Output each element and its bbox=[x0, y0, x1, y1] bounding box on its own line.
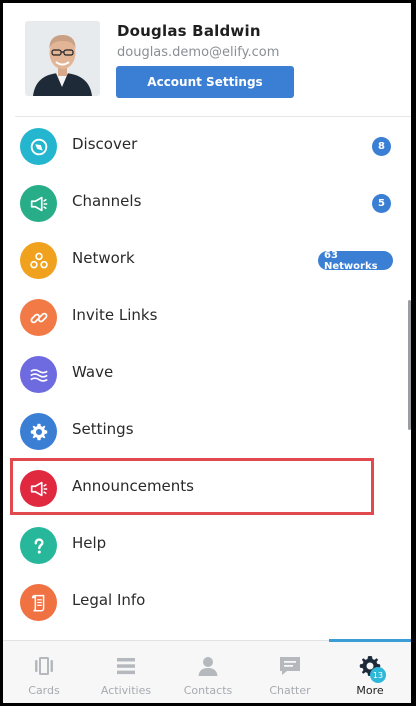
tab-chatter[interactable]: Chatter bbox=[249, 641, 331, 703]
tab-label: Contacts bbox=[183, 684, 233, 697]
tab-label: Activities bbox=[100, 684, 152, 697]
tab-label: Chatter bbox=[269, 684, 311, 697]
network-icon bbox=[20, 242, 57, 279]
menu-item-label: Channels bbox=[72, 192, 142, 210]
user-name: Douglas Baldwin bbox=[117, 22, 261, 40]
menu-item-announcements[interactable]: Announcements bbox=[3, 460, 411, 517]
count-badge: 63 Networks bbox=[318, 250, 393, 272]
menu-item-label: Help bbox=[72, 534, 107, 552]
menu-item-discover[interactable]: Discover 8 bbox=[3, 118, 411, 175]
bottom-tab-bar: Cards Activities Contacts Chatter 13 Mor… bbox=[3, 639, 411, 703]
scrollbar[interactable] bbox=[408, 300, 411, 430]
tab-label: Cards bbox=[28, 684, 60, 697]
link-icon bbox=[20, 299, 57, 336]
menu-item-settings[interactable]: Settings bbox=[3, 403, 411, 460]
megaphone-icon bbox=[20, 185, 57, 222]
tab-contacts[interactable]: Contacts bbox=[167, 641, 249, 703]
divider bbox=[15, 116, 411, 117]
menu-item-label: Network bbox=[72, 249, 135, 267]
megaphone-icon bbox=[20, 470, 57, 507]
tab-cards[interactable]: Cards bbox=[3, 641, 85, 703]
activities-icon bbox=[117, 658, 135, 675]
account-settings-button[interactable]: Account Settings bbox=[116, 66, 294, 98]
menu-item-network[interactable]: Network 63 Networks bbox=[3, 232, 411, 289]
person-photo-icon bbox=[25, 21, 100, 96]
avatar[interactable] bbox=[25, 21, 100, 96]
menu-item-channels[interactable]: Channels 5 bbox=[3, 175, 411, 232]
count-badge: 5 bbox=[372, 194, 391, 213]
compass-icon bbox=[20, 128, 57, 165]
menu-item-invite-links[interactable]: Invite Links bbox=[3, 289, 411, 346]
menu-item-wave[interactable]: Wave bbox=[3, 346, 411, 403]
menu-item-label: Invite Links bbox=[72, 306, 158, 324]
wave-icon bbox=[20, 356, 57, 393]
more-screen: Douglas Baldwin douglas.demo@elify.com A… bbox=[3, 3, 411, 703]
count-badge: 8 bbox=[372, 137, 391, 156]
chatter-icon bbox=[280, 657, 300, 675]
menu-item-label: Wave bbox=[72, 363, 114, 381]
menu-item-label: Settings bbox=[72, 420, 134, 438]
menu-item-label: Discover bbox=[72, 135, 138, 153]
profile-header: Douglas Baldwin douglas.demo@elify.com A… bbox=[3, 3, 411, 116]
question-icon bbox=[20, 527, 57, 564]
menu-item-label: Legal Info bbox=[72, 591, 146, 609]
tab-activities[interactable]: Activities bbox=[85, 641, 167, 703]
tab-more[interactable]: 13 More bbox=[329, 641, 411, 703]
gear-icon bbox=[20, 413, 57, 450]
contacts-icon bbox=[198, 657, 218, 676]
tab-label: More bbox=[356, 684, 384, 697]
cards-icon bbox=[35, 657, 53, 675]
menu-item-help[interactable]: Help bbox=[3, 517, 411, 574]
user-email: douglas.demo@elify.com bbox=[117, 45, 280, 60]
menu-item-label: Announcements bbox=[72, 477, 194, 495]
menu-item-legal-info[interactable]: Legal Info bbox=[3, 574, 411, 631]
scroll-icon bbox=[20, 584, 57, 621]
notification-badge: 13 bbox=[370, 667, 386, 683]
